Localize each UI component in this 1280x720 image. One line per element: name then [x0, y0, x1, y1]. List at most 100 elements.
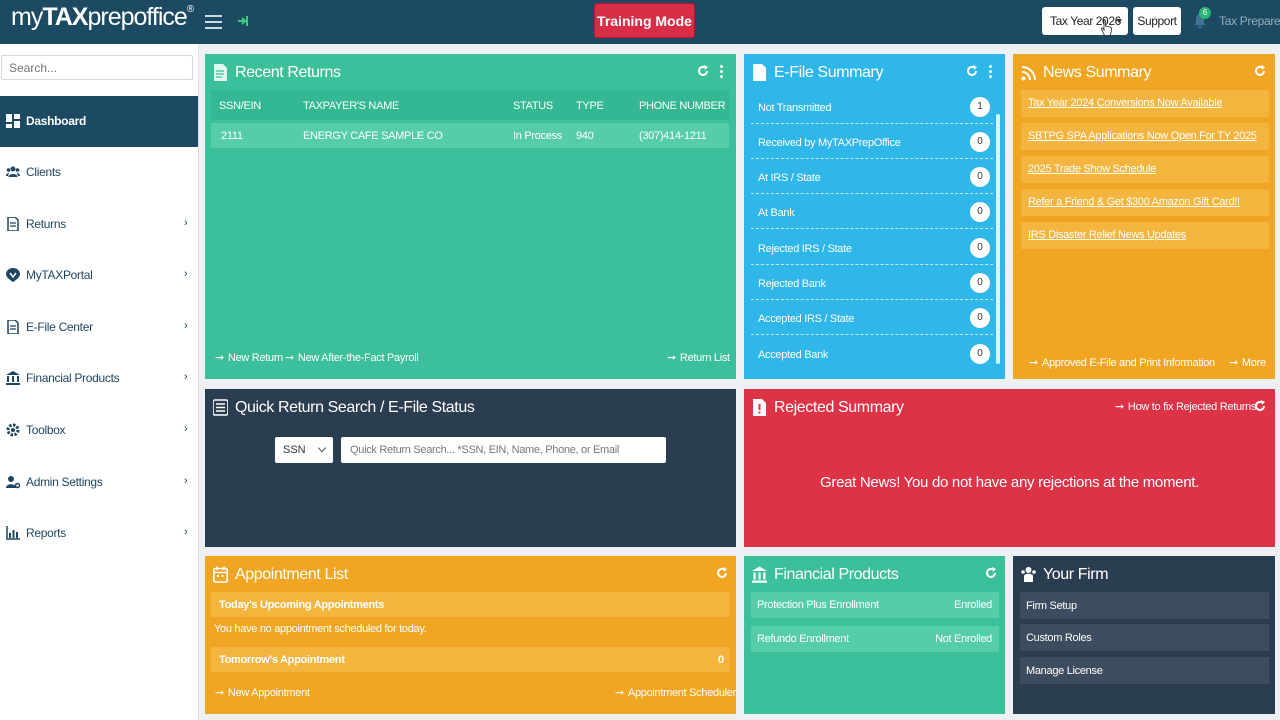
sidebar-item-admin-settings[interactable]: Admin Settings ›	[0, 457, 198, 508]
sidebar-item-clients[interactable]: Clients	[0, 147, 198, 198]
news-item[interactable]: Refer a Friend & Get $300 Amazon Gift Ca…	[1021, 189, 1269, 216]
sidebar-item-dashboard[interactable]: Dashboard	[0, 96, 198, 147]
news-item[interactable]: 2025 Trade Show Schedule	[1021, 156, 1269, 183]
news-item[interactable]: SBTPG SPA Applications Now Open For TY 2…	[1021, 123, 1269, 150]
sidebar-item-financial-products[interactable]: Financial Products ›	[0, 353, 198, 404]
cell-name: ENERGY CAFE SAMPLE CO	[303, 130, 443, 142]
efile-count-badge: 0	[970, 273, 990, 293]
panel-title: Recent Returns	[235, 64, 341, 81]
news-item-link: SBTPG SPA Applications Now Open For TY 2…	[1028, 130, 1257, 142]
new-appointment-link[interactable]: ➞ New Appointment	[215, 686, 310, 699]
users-icon	[1021, 567, 1036, 582]
refresh-icon[interactable]	[697, 65, 709, 77]
quick-search-panel: Quick Return Search / E-File Status SSN …	[205, 389, 736, 547]
efile-row[interactable]: Rejected IRS / State 0	[751, 231, 993, 265]
efile-row-label: At Bank	[758, 207, 795, 219]
panel-title: Rejected Summary	[774, 399, 904, 416]
efile-row[interactable]: Accepted IRS / State 0	[751, 301, 993, 335]
arrow-right-icon: ➞	[215, 687, 224, 699]
kebab-menu-icon[interactable]	[720, 65, 724, 79]
pin-icon[interactable]	[236, 13, 250, 29]
enrollment-status: Enrolled	[954, 599, 992, 611]
how-to-fix-link[interactable]: ➞ How to fix Rejected Returns	[1115, 400, 1256, 413]
logo[interactable]: myTAXprepoffice®	[11, 3, 194, 32]
custom-roles-item[interactable]: Custom Roles	[1020, 624, 1269, 651]
logo-bold: TAX	[42, 3, 88, 31]
refresh-icon[interactable]	[1254, 65, 1266, 77]
efile-row-label: Not Transmitted	[758, 102, 832, 114]
financial-product-row[interactable]: Protection Plus Enrollment Enrolled	[751, 592, 999, 618]
refresh-icon[interactable]	[1254, 400, 1266, 412]
efile-row[interactable]: At IRS / State 0	[751, 160, 993, 194]
support-button[interactable]: Support	[1133, 7, 1181, 35]
logo-prefix: my	[11, 3, 43, 31]
sidebar-search-input[interactable]	[1, 55, 193, 80]
approved-efile-link[interactable]: ➞ Approved E-File and Print Information	[1029, 356, 1215, 369]
link-label: New After-the-Fact Payroll	[297, 352, 419, 364]
tomorrow-count: 0	[718, 654, 724, 666]
efile-row-label: Rejected IRS / State	[758, 243, 852, 255]
tax-year-dropdown[interactable]: Tax Year 2026	[1042, 7, 1128, 35]
appointment-scheduler-link[interactable]: ➞ Appointment Scheduler	[615, 686, 736, 699]
enrollment-status: Not Enrolled	[935, 633, 992, 645]
scrollbar[interactable]	[996, 114, 1000, 364]
sidebar-item-reports[interactable]: Reports ›	[0, 508, 198, 559]
financial-product-row[interactable]: Refundo Enrollment Not Enrolled	[751, 626, 999, 652]
link-label: New Appointment	[227, 687, 310, 699]
sidebar-item-efile-center[interactable]: E-File Center ›	[0, 302, 198, 353]
manage-license-item[interactable]: Manage License	[1020, 657, 1269, 684]
quick-search-input[interactable]: Quick Return Search... *SSN, EIN, Name, …	[341, 437, 666, 463]
arrow-right-icon: ➞	[615, 687, 624, 699]
chevron-right-icon: ›	[184, 423, 188, 435]
panel-title: Financial Products	[774, 566, 899, 583]
efile-count-badge: 0	[970, 202, 990, 222]
refresh-icon[interactable]	[966, 65, 978, 77]
efile-row[interactable]: Received by MyTAXPrepOffice 0	[751, 125, 993, 159]
chevron-right-icon: ›	[184, 320, 188, 332]
new-return-link[interactable]: ➞ New Return	[215, 351, 283, 364]
table-header: SSN/EIN TAXPAYER'S NAME STATUS TYPE PHON…	[211, 90, 729, 120]
refresh-icon[interactable]	[716, 567, 728, 579]
panel-header: Appointment List	[205, 556, 736, 592]
sidebar-item-returns[interactable]: Returns ›	[0, 199, 198, 250]
news-item[interactable]: IRS Disaster Relief News Updates	[1021, 222, 1269, 249]
portal-icon	[6, 268, 20, 282]
efile-row[interactable]: Not Transmitted 1	[751, 90, 993, 124]
training-mode-button[interactable]: Training Mode	[594, 3, 695, 38]
document-icon	[214, 64, 227, 81]
link-label: Approved E-File and Print Information	[1041, 357, 1215, 369]
table-row[interactable]: 2111 ENERGY CAFE SAMPLE CO In Process 94…	[211, 123, 729, 148]
chevron-right-icon: ›	[184, 371, 188, 383]
kebab-menu-icon[interactable]	[989, 65, 993, 79]
news-item[interactable]: Tax Year 2024 Conversions Now Available	[1021, 90, 1269, 117]
logo-suffix: prepoffice	[87, 3, 187, 31]
sidebar-item-toolbox[interactable]: Toolbox ›	[0, 405, 198, 456]
panel-title: Your Firm	[1043, 566, 1109, 583]
your-firm-panel: Your Firm Firm Setup Custom Roles Manage…	[1013, 556, 1275, 714]
efile-row-label: Accepted Bank	[758, 349, 829, 361]
link-label: Return List	[679, 352, 730, 364]
panel-header: Recent Returns	[205, 54, 736, 90]
efile-row[interactable]: Rejected Bank 0	[751, 266, 993, 300]
refresh-icon[interactable]	[985, 567, 997, 579]
top-bar: myTAXprepoffice® Training Mode Tax Year …	[0, 0, 1280, 44]
bank-icon	[752, 566, 767, 583]
efile-row[interactable]: At Bank 0	[751, 195, 993, 229]
column-header: STATUS	[513, 100, 553, 112]
search-type-select[interactable]: SSN	[275, 437, 333, 463]
more-news-link[interactable]: ➞ More	[1229, 356, 1266, 369]
sidebar-item-mytaxportal[interactable]: MyTAXPortal ›	[0, 250, 198, 301]
news-item-link: Tax Year 2024 Conversions Now Available	[1028, 97, 1223, 109]
efile-count-badge: 1	[970, 97, 990, 117]
efile-row[interactable]: Accepted Bank 0	[751, 337, 993, 371]
firm-setup-item[interactable]: Firm Setup	[1020, 592, 1269, 619]
user-role-menu[interactable]: Tax Preparer	[1219, 14, 1280, 28]
new-payroll-link[interactable]: ➞ New After-the-Fact Payroll	[285, 351, 419, 364]
column-header: TYPE	[576, 100, 604, 112]
menu-toggle-icon[interactable]	[205, 13, 222, 29]
link-label: How to fix Rejected Returns	[1127, 401, 1257, 413]
news-summary-panel: News Summary Tax Year 2024 Conversions N…	[1013, 54, 1275, 379]
link-label: Appointment Scheduler	[627, 687, 736, 699]
sidebar: Dashboard Clients Returns › MyTAXPortal …	[0, 44, 199, 720]
return-list-link[interactable]: ➞ Return List	[667, 351, 730, 364]
